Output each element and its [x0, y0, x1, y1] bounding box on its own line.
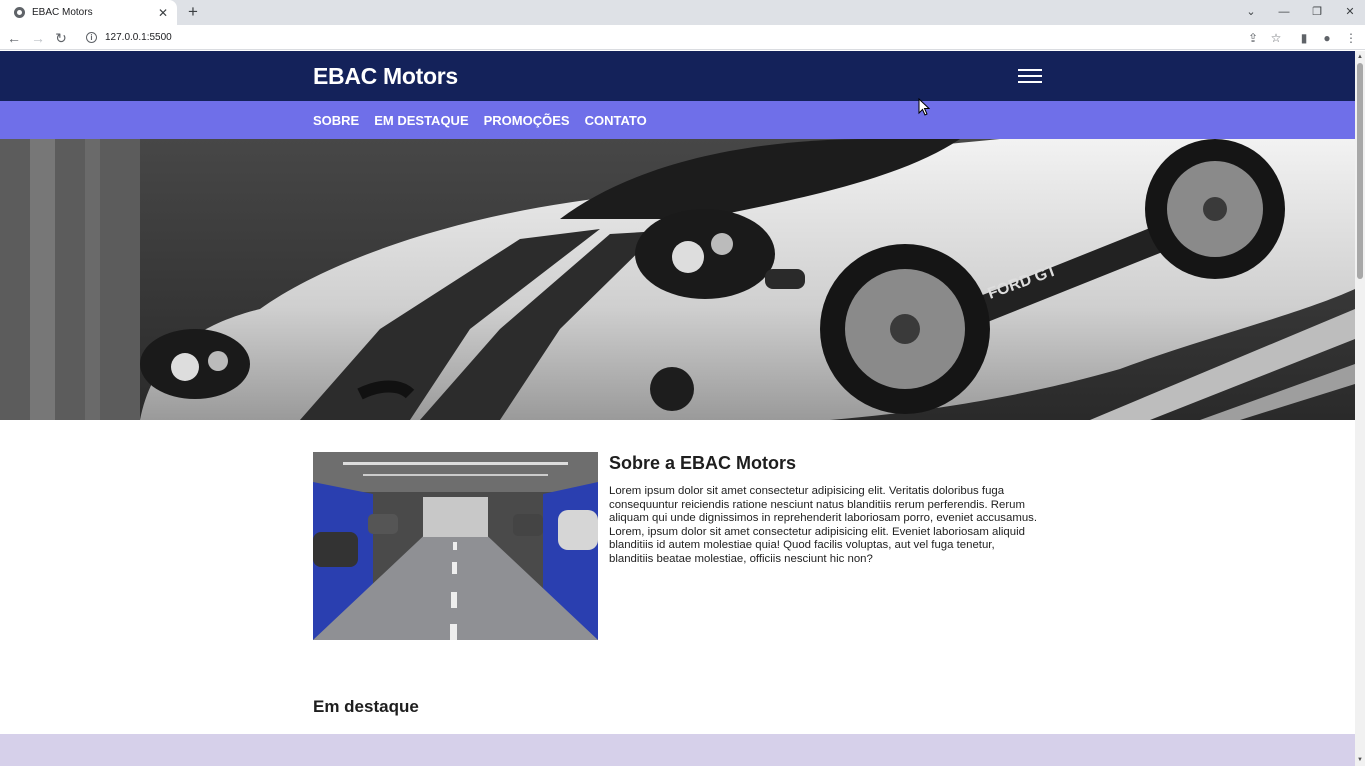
reload-icon[interactable]: ↻	[51, 28, 71, 48]
forward-icon[interactable]: →	[28, 28, 48, 48]
scroll-up-arrow-icon[interactable]: ▲	[1355, 52, 1365, 62]
browser-tab-active[interactable]: EBAC Motors ✕	[0, 0, 177, 25]
close-window-button[interactable]: ✕	[1335, 3, 1365, 21]
side-panel-icon[interactable]: ▮	[1295, 29, 1313, 47]
scroll-down-arrow-icon[interactable]: ▼	[1355, 755, 1365, 765]
parking-garage-image	[313, 452, 598, 640]
featured-section-band	[0, 734, 1355, 766]
minimize-button[interactable]: —	[1269, 3, 1299, 21]
site-favicon-icon	[14, 7, 25, 18]
bookmark-star-icon[interactable]: ☆	[1267, 29, 1285, 47]
main-nav: SOBRE EM DESTAQUE PROMOÇÕES CONTATO	[0, 101, 1355, 139]
tab-title: EBAC Motors	[32, 7, 93, 18]
featured-section-title: Em destaque	[313, 697, 419, 716]
profile-icon[interactable]: ●	[1318, 29, 1336, 47]
site-header: EBAC Motors	[0, 51, 1355, 101]
new-tab-button[interactable]: +	[184, 3, 202, 21]
address-bar[interactable]: i 127.0.0.1:5500	[80, 28, 1260, 47]
share-icon[interactable]: ⇪	[1244, 29, 1262, 47]
browser-toolbar: ← → ↻ i 127.0.0.1:5500 ⇪ ☆ ▮ ● ⋮	[0, 25, 1365, 50]
page-scrollbar[interactable]: ▲ ▼	[1355, 51, 1365, 766]
sports-car-illustration: FORD GT	[0, 139, 1355, 420]
about-text: Lorem ipsum dolor sit amet consectetur a…	[609, 485, 1038, 565]
nav-link-em-destaque[interactable]: EM DESTAQUE	[374, 113, 468, 128]
browser-menu-icon[interactable]: ⋮	[1342, 29, 1360, 47]
hamburger-menu-icon[interactable]	[1018, 69, 1042, 84]
browser-tabstrip: EBAC Motors ✕ + ⌄ — ❐ ✕	[0, 0, 1365, 25]
page-viewport: EBAC Motors SOBRE EM DESTAQUE PROMOÇÕES …	[0, 51, 1355, 766]
site-logo[interactable]: EBAC Motors	[313, 63, 458, 90]
close-tab-icon[interactable]: ✕	[155, 6, 171, 20]
address-url[interactable]: 127.0.0.1:5500	[105, 32, 172, 43]
nav-link-contato[interactable]: CONTATO	[585, 113, 647, 128]
mouse-pointer-icon	[918, 98, 930, 116]
nav-link-sobre[interactable]: SOBRE	[313, 113, 359, 128]
restore-button[interactable]: ❐	[1302, 3, 1332, 21]
site-info-icon[interactable]: i	[86, 32, 97, 43]
nav-link-promocoes[interactable]: PROMOÇÕES	[484, 113, 570, 128]
back-icon[interactable]: ←	[4, 28, 24, 48]
hero-banner-image: FORD GT	[0, 139, 1355, 420]
scrollbar-thumb[interactable]	[1357, 63, 1363, 279]
about-title: Sobre a EBAC Motors	[609, 453, 797, 473]
tab-search-icon[interactable]: ⌄	[1236, 3, 1266, 21]
